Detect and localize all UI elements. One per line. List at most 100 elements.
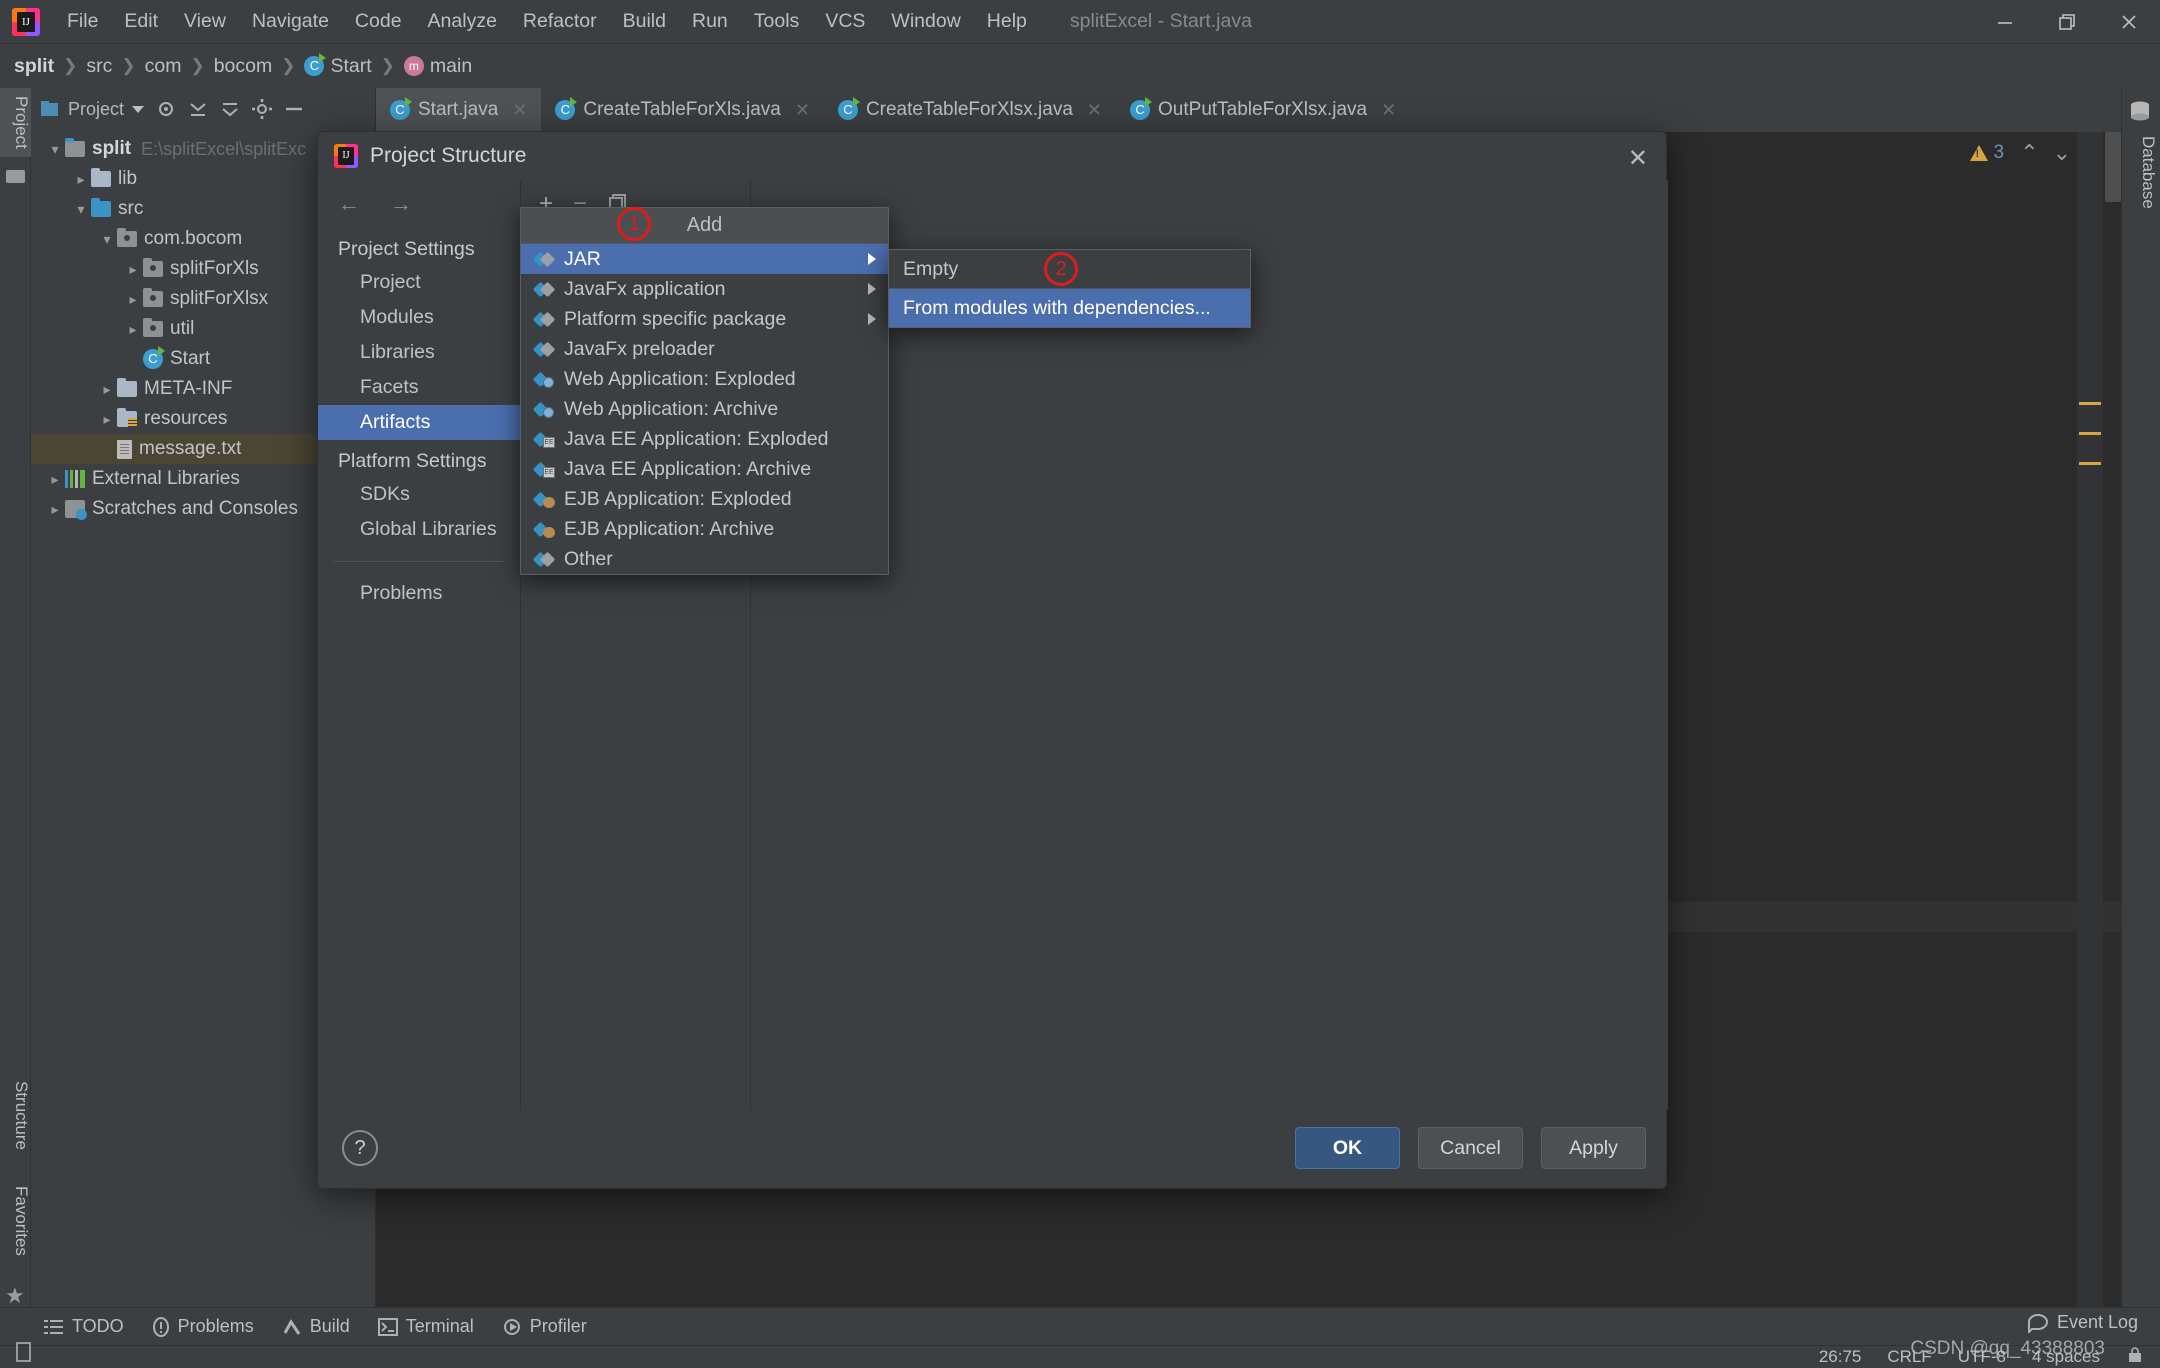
sidebar-item-problems[interactable]: Problems [318,576,520,611]
menu-navigate[interactable]: Navigate [239,6,342,37]
caret-position[interactable]: 26:75 [1819,1347,1862,1367]
sidebar-item-global-libraries[interactable]: Global Libraries [318,512,520,547]
lock-icon[interactable] [2126,1346,2144,1368]
gutter-marker[interactable] [2079,402,2101,405]
collapse-all-icon[interactable] [187,98,209,120]
menu-file[interactable]: File [54,6,111,37]
tree-node-label: util [170,318,195,339]
menu-refactor[interactable]: Refactor [510,6,610,37]
menu-window[interactable]: Window [878,6,973,37]
tool-window-button-profiler[interactable]: Profiler [502,1316,587,1337]
tool-window-button-build[interactable]: Build [282,1316,350,1337]
cancel-button[interactable]: Cancel [1418,1127,1523,1169]
chevron-right-icon[interactable]: ▸ [97,411,117,428]
menu-vcs[interactable]: VCS [812,6,878,37]
editor-tab-start-java[interactable]: Start.java ✕ [376,88,542,132]
breadcrumb-start[interactable]: Start [304,53,372,78]
previous-highlight-icon[interactable]: ⌃ [2020,140,2038,166]
minimize-icon[interactable] [1974,0,2036,44]
breadcrumb-bocom[interactable]: bocom [214,55,273,78]
inspection-status-widget[interactable]: 3 ⌃ ⌄ [1969,140,2071,166]
breadcrumb-main[interactable]: main [403,55,472,78]
tool-window-button-terminal[interactable]: Terminal [377,1316,474,1337]
tool-window-button-problems[interactable]: Problems [152,1316,254,1337]
menu-analyze[interactable]: Analyze [415,6,510,37]
next-highlight-icon[interactable]: ⌄ [2053,140,2071,166]
menu-tools[interactable]: Tools [741,6,813,37]
gutter-marker[interactable] [2079,432,2101,435]
close-icon[interactable]: ✕ [1381,100,1396,121]
sidebar-item-artifacts[interactable]: Artifacts [318,405,520,440]
close-icon[interactable]: ✕ [1087,100,1102,121]
chevron-right-icon[interactable]: ▸ [123,321,143,338]
menu-item-web-application-archive[interactable]: Web Application: Archive [521,394,888,424]
chevron-right-icon[interactable]: ▸ [45,501,65,518]
sidebar-item-modules[interactable]: Modules [318,300,520,335]
menu-run[interactable]: Run [679,6,741,37]
menu-item-javafx-preloader[interactable]: JavaFx preloader [521,334,888,364]
event-log-button[interactable]: Event Log [2027,1312,2138,1333]
apply-button[interactable]: Apply [1541,1127,1646,1169]
editor-tab-outputtableforxlsx-java[interactable]: OutPutTableForXlsx.java ✕ [1116,88,1410,132]
menu-item-ejb-application-exploded[interactable]: EJB Application: Exploded [521,484,888,514]
lock-status-icon[interactable] [14,1340,36,1366]
menu-build[interactable]: Build [610,6,679,37]
tool-window-button-project[interactable]: Project [0,88,31,157]
menu-edit[interactable]: Edit [111,6,171,37]
sidebar-item-sdks[interactable]: SDKs [318,477,520,512]
menu-item-platform-specific-package[interactable]: Platform specific package [521,304,888,334]
close-icon[interactable]: ✕ [512,100,527,121]
chevron-right-icon[interactable]: ▸ [45,471,65,488]
tool-window-button-database[interactable]: Database [2138,136,2158,209]
editor-tab-createtableforxls-java[interactable]: CreateTableForXls.java ✕ [541,88,824,132]
menu-item-java-ee-application-archive[interactable]: EE Java EE Application: Archive [521,454,888,484]
breadcrumb-com[interactable]: com [145,55,182,78]
tree-node-label: src [118,198,144,219]
restore-icon[interactable] [2036,0,2098,44]
menu-item-other[interactable]: Other [521,544,888,574]
back-arrow-icon[interactable]: ← [338,191,360,217]
menu-help[interactable]: Help [974,6,1040,37]
sidebar-item-libraries[interactable]: Libraries [318,335,520,370]
menu-item-ejb-application-archive[interactable]: EJB Application: Archive [521,514,888,544]
menu-code[interactable]: Code [342,6,415,37]
ok-button[interactable]: OK [1295,1127,1400,1169]
breadcrumb-split[interactable]: split [14,55,54,78]
chevron-right-icon[interactable]: ▸ [123,261,143,278]
forward-arrow-icon[interactable]: → [390,191,412,217]
chevron-down-icon[interactable]: ▾ [45,141,65,158]
chevron-right-icon[interactable]: ▸ [97,381,117,398]
sidebar-item-facets[interactable]: Facets [318,370,520,405]
close-icon[interactable] [2098,0,2160,44]
java-class-icon [555,97,578,120]
close-icon[interactable]: ✕ [795,100,810,121]
editor-vertical-scrollbar[interactable] [2105,132,2121,202]
tool-window-button-structure[interactable]: Structure [0,1073,31,1158]
menu-item-web-application-exploded[interactable]: Web Application: Exploded [521,364,888,394]
editor-tab-createtableforxlsx-java[interactable]: CreateTableForXlsx.java ✕ [824,88,1116,132]
breadcrumb-src[interactable]: src [86,55,112,78]
project-panel-title[interactable]: Project [39,99,145,120]
star-icon: ★ [5,1283,25,1308]
gutter-marker[interactable] [2079,462,2101,465]
tool-window-button-todo[interactable]: TODO [44,1316,124,1337]
add-artifact-popup-menu: Add JAR JavaFx application Platform spec… [520,207,889,575]
gear-icon[interactable] [251,98,273,120]
warning-count: 3 [1993,142,2005,163]
editor-marker-gutter[interactable] [2077,132,2103,1323]
tool-window-button-favorites[interactable]: Favorites [0,1178,31,1264]
expand-icon[interactable] [219,98,241,120]
chevron-down-icon[interactable]: ▾ [71,201,91,218]
chevron-down-icon[interactable]: ▾ [97,231,117,248]
menu-item-jar[interactable]: JAR [521,244,888,274]
hide-icon[interactable] [283,98,305,120]
menu-item-java-ee-application-exploded[interactable]: EE Java EE Application: Exploded [521,424,888,454]
chevron-right-icon[interactable]: ▸ [71,171,91,188]
close-icon[interactable]: ✕ [1628,144,1648,173]
sidebar-item-project[interactable]: Project [318,265,520,300]
menu-item-javafx-application[interactable]: JavaFx application [521,274,888,304]
locate-icon[interactable] [155,98,177,120]
menu-view[interactable]: View [171,6,239,37]
submenu-item-from-modules-with-dependencies[interactable]: From modules with dependencies... [889,289,1250,327]
chevron-right-icon[interactable]: ▸ [123,291,143,308]
